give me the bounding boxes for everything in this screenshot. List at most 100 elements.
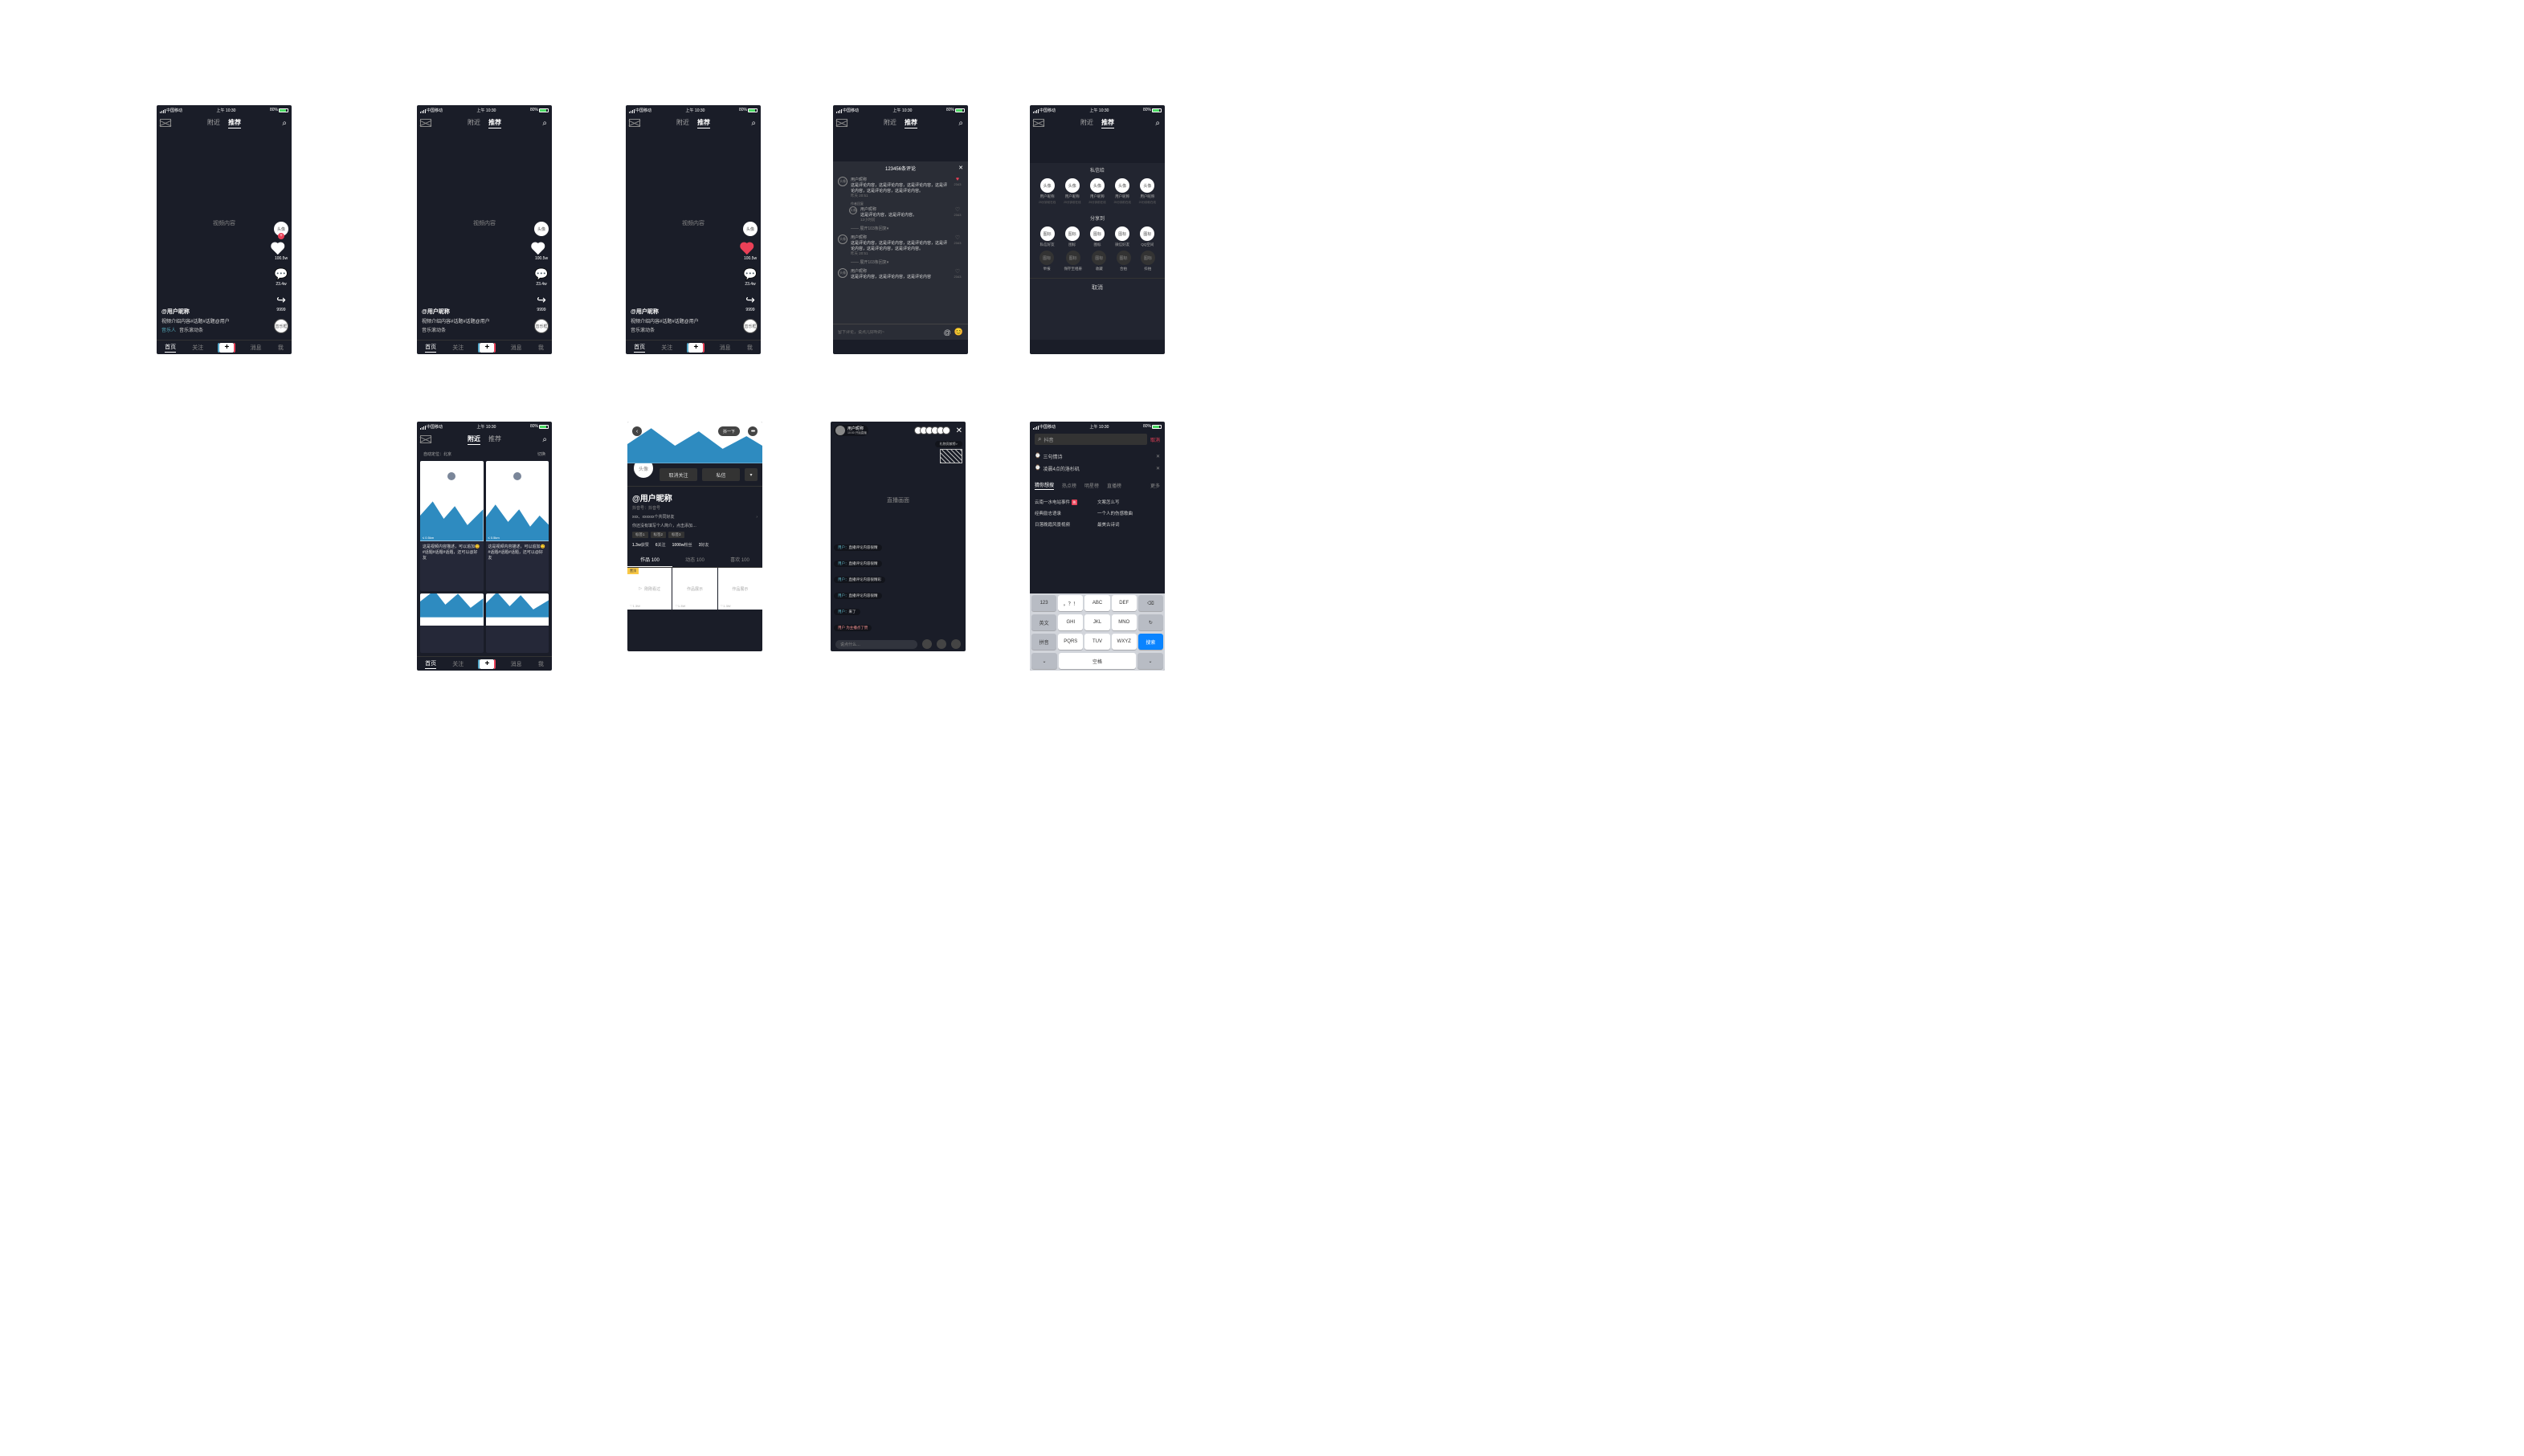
caption-desc[interactable]: 视频介绍内容#话题#话题@用户 <box>161 317 230 324</box>
share-button[interactable]: ↪9999 <box>745 293 755 312</box>
share-icon[interactable] <box>951 639 961 649</box>
feed-card[interactable] <box>486 593 549 654</box>
comment-textfield[interactable] <box>838 330 941 335</box>
comment-button[interactable]: 💬23.4w <box>534 267 548 287</box>
key-def[interactable]: DEF <box>1112 595 1137 611</box>
share-friend[interactable]: 头像用户昵称25分钟前在线 <box>1039 178 1056 205</box>
suggestion-item[interactable]: 一个人的伤感歌曲 <box>1097 510 1160 516</box>
work-cell[interactable]: 作品展示♡1.3W <box>672 568 717 610</box>
close-icon[interactable]: ✕ <box>958 165 963 171</box>
like-button[interactable]: 100.5w <box>275 243 288 261</box>
music-disc[interactable]: 音乐框 <box>274 319 288 333</box>
tab-likes[interactable]: 喜欢 100 <box>717 553 762 567</box>
live-video[interactable]: 直播画面 <box>831 465 966 536</box>
location-label[interactable]: 自动定位：北京 <box>423 451 451 457</box>
profile-id[interactable]: 抖音号：抖音号 <box>632 505 758 511</box>
share-save[interactable]: 图标保存至相册 <box>1064 251 1082 271</box>
tab-moments[interactable]: 动态 100 <box>672 553 717 567</box>
tab-works[interactable]: 作品 100 <box>627 553 672 567</box>
history-item[interactable]: ⌚三句情诗✕ <box>1035 451 1160 463</box>
work-cell[interactable]: 置顶▷刚刚看过♡1.3W <box>627 568 672 610</box>
feed-card[interactable]: ≤ 0.5km 这是视频内容描述，可以追加😊#话题#话题#话题，还可以@好友 <box>486 461 549 591</box>
share-cancel[interactable]: 取消 <box>1030 278 1165 296</box>
history-item[interactable]: ⌚凌晨4点的洛杉矶✕ <box>1035 463 1160 475</box>
dropdown-icon[interactable]: ▾ <box>745 468 758 481</box>
share-qzone[interactable]: 图标QQ空间 <box>1140 226 1154 247</box>
share-duet[interactable]: 图标合拍 <box>1117 251 1131 271</box>
tabs-more[interactable]: 更多 <box>1150 482 1160 489</box>
avatar-icon[interactable]: 头像 <box>838 177 847 186</box>
share-fav[interactable]: 图标收藏 <box>1092 251 1106 271</box>
share-report[interactable]: 图标举报 <box>1039 251 1054 271</box>
key-jkl[interactable]: JKL <box>1084 614 1109 630</box>
viewer-avatars[interactable] <box>917 426 950 434</box>
comment-button[interactable]: 💬23.4w <box>743 267 757 287</box>
tag[interactable]: 标签1 <box>632 532 648 538</box>
key-punct[interactable]: 。？！ <box>1058 595 1083 611</box>
share-react[interactable]: 图标抖拍 <box>1141 251 1155 271</box>
share-dm[interactable]: 图标私信好友 <box>1040 226 1055 247</box>
nav-create[interactable]: + <box>480 343 494 353</box>
comments-list[interactable]: 头像 用户昵称这是评论内容，这是评论内容，这是评论内容，这是评论内容，这是评论内… <box>833 175 968 324</box>
delete-icon[interactable]: ✕ <box>1156 454 1160 459</box>
search-icon[interactable]: ⌕ <box>751 119 756 128</box>
feed-body[interactable]: 视频内容 头像+ 100.5w 💬23.4w ↪9999 音乐框 @用户昵称 视… <box>157 131 292 340</box>
close-icon[interactable]: ✕ <box>956 426 962 435</box>
gift-button[interactable]: 礼物贡献榜> <box>935 441 962 447</box>
key-pqrs[interactable]: PQRS <box>1058 634 1083 650</box>
music-disc[interactable]: 音乐框 <box>534 319 549 333</box>
location-switch[interactable]: 切换 <box>537 451 545 457</box>
key-tuv[interactable]: TUV <box>1084 634 1109 650</box>
live-icon[interactable] <box>629 119 640 127</box>
shake-button[interactable]: 抖一下 <box>718 426 740 436</box>
host-info[interactable]: 用户昵称10:00 开始直播 <box>834 425 868 436</box>
work-cell[interactable]: 作品展示♡1.3W <box>718 568 762 610</box>
more-icon[interactable] <box>937 639 946 649</box>
suggestion-item[interactable]: 最美古诗词 <box>1097 521 1160 528</box>
expand-replies[interactable]: —— 展开103条回复▾ <box>851 226 963 231</box>
stat-friends[interactable]: 3好友 <box>699 542 709 548</box>
key-collapse-2[interactable]: ⌄ <box>1137 653 1163 669</box>
unfollow-button[interactable]: 取消关注 <box>660 468 697 481</box>
chevron-right-icon[interactable]: › <box>756 515 758 520</box>
feed-card[interactable] <box>420 593 484 654</box>
live-chat[interactable]: 用户：直播评论内容很精 用户：直播评论内容很精 用户：直播评论内容很精彩 用户：… <box>831 536 966 637</box>
author-avatar[interactable]: 头像 <box>534 222 549 236</box>
search-icon[interactable]: ⌕ <box>542 119 547 128</box>
suggestion-item[interactable]: 文案怎么写 <box>1097 499 1160 505</box>
tab-nearby-active[interactable]: 附近 <box>468 434 480 445</box>
emoji-icon[interactable]: 😊 <box>954 328 963 336</box>
more-icon[interactable]: ••• <box>748 426 758 436</box>
comment-button[interactable]: 💬23.4w <box>274 267 288 287</box>
key-pinyin[interactable]: 拼音 <box>1031 634 1056 650</box>
nav-create[interactable]: + <box>219 343 234 353</box>
comment-item[interactable]: 头像 用户昵称这是评论内容，这是评论内容，这是评论内容，这是评论内容，这是评论内… <box>838 235 963 256</box>
search-icon[interactable]: ⌕ <box>282 119 287 128</box>
comment-like[interactable]: ♥2343 <box>952 177 963 198</box>
key-mno[interactable]: MNO <box>1112 614 1137 630</box>
like-button[interactable]: 100.5w <box>744 243 757 261</box>
suggestion-item[interactable]: 云南一水电站事件热 <box>1035 499 1097 505</box>
nav-msg[interactable]: 消息 <box>251 344 262 352</box>
key-redo[interactable]: ↻ <box>1138 614 1163 630</box>
tab-nearby[interactable]: 附近 <box>207 118 220 128</box>
gift-icon[interactable] <box>922 639 932 649</box>
back-icon[interactable]: ‹ <box>632 426 642 436</box>
share-wechat[interactable]: 图标微信好友 <box>1115 226 1129 247</box>
stat-follow[interactable]: 6关注 <box>656 542 666 548</box>
feed-card[interactable]: ≤ 0.5km 这是视频内容描述，可以追加😊#话题#话题#话题，还可以@好友 <box>420 461 484 591</box>
like-button[interactable]: 100.5w <box>535 243 548 261</box>
music-disc[interactable]: 音乐框 <box>743 319 758 333</box>
share-button[interactable]: ↪9999 <box>537 293 546 312</box>
author-avatar[interactable]: 头像 <box>743 222 758 236</box>
author-avatar[interactable]: 头像+ <box>274 222 288 236</box>
key-ghi[interactable]: GHI <box>1058 614 1083 630</box>
tab-star[interactable]: 明星榜 <box>1084 482 1099 489</box>
key-space[interactable]: 空格 <box>1059 653 1136 669</box>
nav-follow[interactable]: 关注 <box>192 344 203 352</box>
suggestion-item[interactable]: 日落晚霞风景视频 <box>1035 521 1097 528</box>
nav-me[interactable]: 我 <box>278 344 284 352</box>
live-icon[interactable] <box>420 119 431 127</box>
mention-icon[interactable]: @ <box>944 328 951 336</box>
search-field[interactable]: ⌕抖音 <box>1035 434 1147 445</box>
